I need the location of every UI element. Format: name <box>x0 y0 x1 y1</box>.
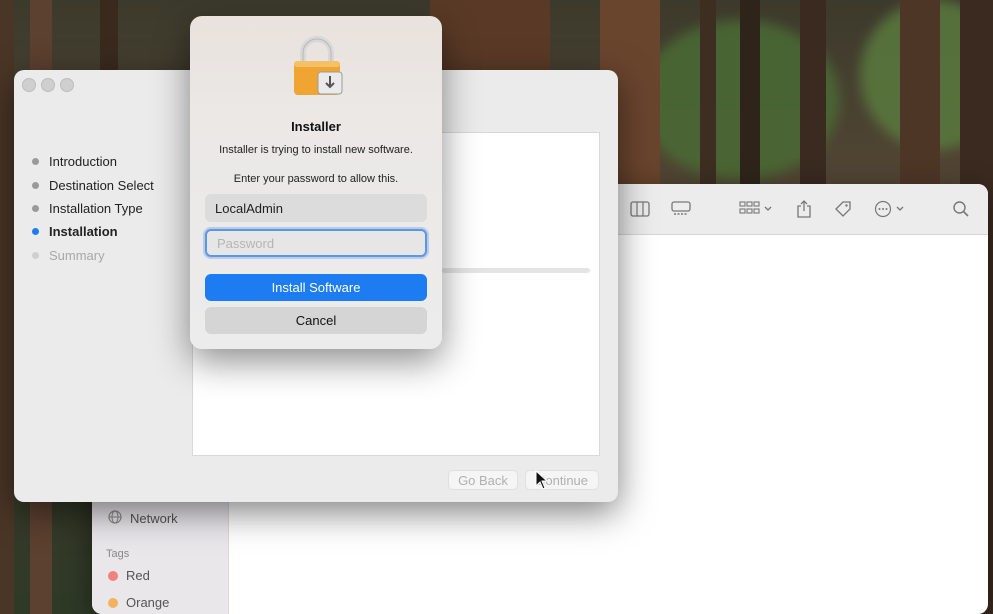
step-bullet-icon <box>32 205 39 212</box>
step-label: Installation Type <box>49 201 143 216</box>
orange-tag-icon <box>108 597 118 608</box>
sidebar-tag-red[interactable]: Red <box>108 568 150 583</box>
sidebar-tag-orange[interactable]: Orange <box>108 595 169 610</box>
step-installation: Installation <box>32 224 118 239</box>
sidebar-item-network[interactable]: Network <box>108 510 178 527</box>
share-icon[interactable] <box>793 199 815 219</box>
step-bullet-icon <box>32 228 39 235</box>
dialog-title: Installer <box>291 119 341 134</box>
zoom-window-button[interactable] <box>60 78 74 92</box>
step-label: Summary <box>49 248 105 263</box>
step-label: Destination Select <box>49 178 154 193</box>
cancel-button[interactable]: Cancel <box>205 307 427 334</box>
dialog-message: Installer is trying to install new softw… <box>219 144 413 156</box>
install-progress-bar <box>442 268 590 273</box>
auth-dialog: Installer Installer is trying to install… <box>190 16 442 349</box>
search-icon[interactable] <box>950 199 972 219</box>
red-tag-icon <box>108 570 118 581</box>
step-summary: Summary <box>32 248 105 263</box>
step-bullet-icon <box>32 182 39 189</box>
step-label: Introduction <box>49 154 117 169</box>
step-introduction: Introduction <box>32 154 117 169</box>
tag-icon[interactable] <box>832 199 854 219</box>
sidebar-item-label: Network <box>130 511 178 526</box>
username-field[interactable]: LocalAdmin <box>205 194 427 222</box>
go-back-button[interactable]: Go Back <box>448 470 518 490</box>
step-label: Installation <box>49 224 118 239</box>
step-bullet-icon <box>32 158 39 165</box>
mouse-cursor-icon <box>535 469 549 490</box>
more-icon[interactable] <box>873 199 909 219</box>
step-installation-type: Installation Type <box>32 201 143 216</box>
lock-icon <box>291 36 347 98</box>
sidebar-item-label: Orange <box>126 595 170 610</box>
gallery-view-icon[interactable] <box>670 199 692 219</box>
dialog-prompt: Enter your password to allow this. <box>233 173 399 185</box>
group-icon[interactable] <box>738 199 776 219</box>
sidebar-item-label: Red <box>126 568 150 583</box>
password-field[interactable] <box>205 229 427 257</box>
step-bullet-icon <box>32 252 39 259</box>
columns-view-icon[interactable] <box>629 199 651 219</box>
install-software-button[interactable]: Install Software <box>205 274 427 301</box>
step-destination-select: Destination Select <box>32 178 154 193</box>
close-window-button[interactable] <box>22 78 36 92</box>
tags-header: Tags <box>106 548 130 560</box>
globe-icon <box>108 510 122 527</box>
minimize-window-button[interactable] <box>41 78 55 92</box>
